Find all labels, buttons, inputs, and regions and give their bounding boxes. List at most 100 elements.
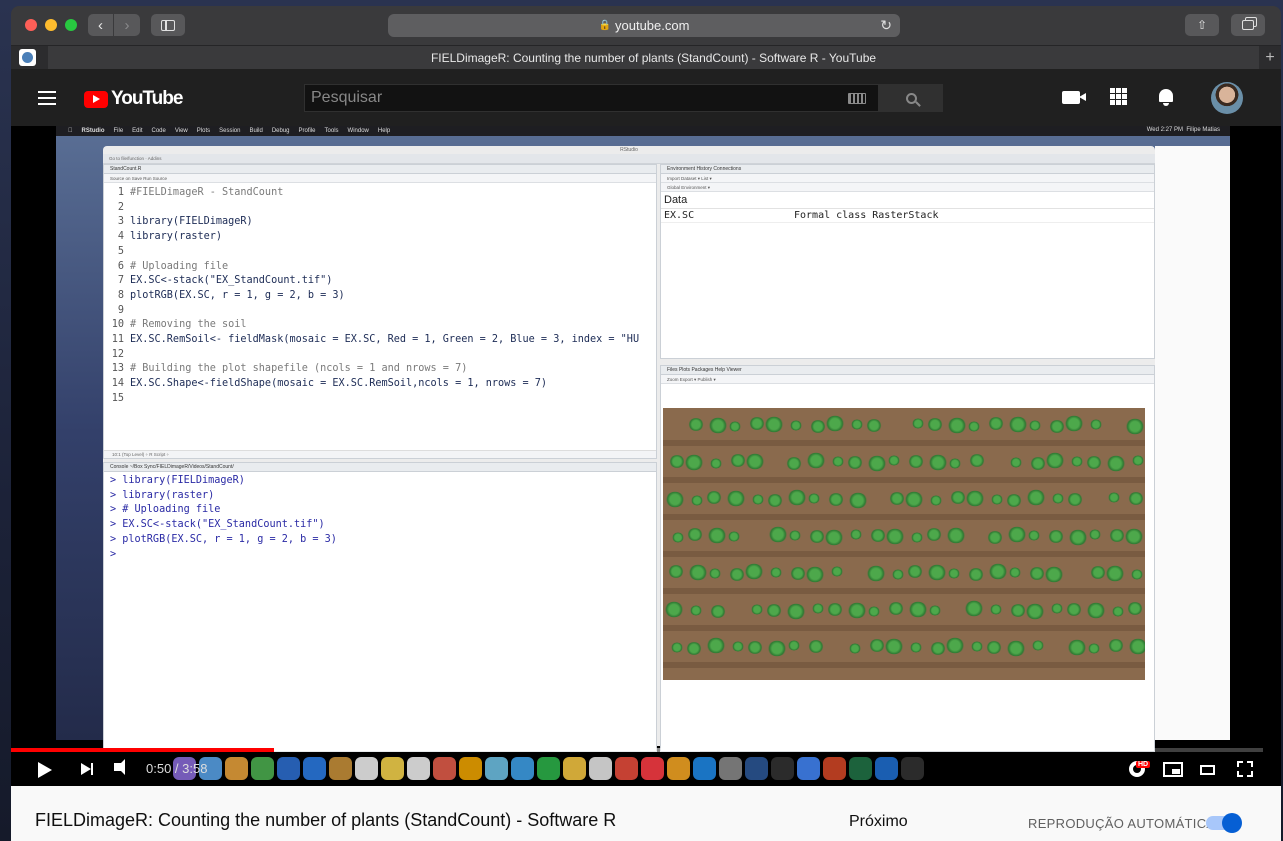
address-bar[interactable]: 🔒 youtube.com ↻: [388, 14, 900, 37]
youtube-header: YouTube Pesquisar: [11, 69, 1281, 126]
video-player[interactable]:  RStudio File Edit Code View Plots Sess…: [11, 126, 1281, 786]
plant: [947, 568, 961, 579]
dock-app-icon: [485, 756, 508, 780]
recorded-desktop:  RStudio File Edit Code View Plots Sess…: [56, 126, 1230, 752]
dock-app-icon: [849, 756, 872, 780]
rstudio-window: RStudio Go to file/function · Addins Sta…: [103, 146, 1155, 752]
plant: [925, 528, 943, 541]
youtube-logo[interactable]: YouTube: [84, 88, 183, 110]
volume-icon[interactable]: [114, 759, 125, 775]
share-button[interactable]: ⇧: [1185, 14, 1219, 36]
field-rgb-image: [663, 408, 1145, 680]
menubar-item: Build: [244, 128, 262, 134]
miniplayer-icon[interactable]: [1163, 762, 1183, 777]
dock-app-icon: [563, 756, 586, 780]
next-video-icon[interactable]: [81, 763, 93, 775]
rstudio-title: RStudio: [620, 147, 638, 153]
console-line: > library(FIELDimageR): [110, 475, 245, 486]
play-icon[interactable]: [38, 762, 52, 778]
environment-data-heading: Data: [661, 192, 1154, 209]
notifications-bell-icon[interactable]: [1158, 88, 1174, 106]
active-tab[interactable]: FIELDimageR: Counting the number of plan…: [48, 46, 1259, 69]
plant: [827, 493, 845, 506]
plant: [1009, 457, 1023, 468]
plant: [1127, 492, 1145, 505]
soil-furrow: [663, 514, 1145, 520]
plant: [850, 419, 864, 430]
theater-mode-icon[interactable]: [1200, 765, 1215, 775]
plant: [1008, 567, 1022, 578]
plant: [1131, 455, 1145, 466]
environment-tabs: Environment History Connections: [661, 165, 1154, 174]
plant: [1111, 606, 1125, 617]
plant: [688, 564, 708, 581]
plant: [766, 494, 784, 507]
autoplay-toggle[interactable]: [1206, 813, 1242, 833]
plant: [671, 532, 685, 543]
code-line: 6 # Uploading file: [104, 260, 656, 275]
plant: [1051, 493, 1065, 504]
plant: [709, 458, 723, 469]
menubar-item: Tools: [320, 128, 339, 134]
line-number: 2: [117, 201, 124, 213]
tab-overview-button[interactable]: [1231, 14, 1265, 36]
plant: [848, 492, 868, 509]
create-video-icon[interactable]: [1062, 91, 1086, 104]
keyboard-icon[interactable]: [848, 93, 866, 104]
code-line: 9: [104, 304, 656, 319]
plant: [947, 417, 967, 434]
plant: [888, 492, 906, 505]
plant: [686, 528, 704, 541]
plant: [987, 417, 1005, 430]
line-number: 6: [117, 260, 124, 272]
plant: [1068, 529, 1088, 546]
plant: [1064, 415, 1084, 432]
console-line: > plotRGB(EX.SC, r = 1, g = 2, b = 3): [110, 533, 337, 545]
fullscreen-icon[interactable]: [1237, 761, 1253, 777]
code-text: EX.SC.RemSoil<- fieldMask(mosaic = EX.SC…: [130, 334, 640, 346]
plant: [750, 604, 764, 615]
back-button[interactable]: ‹: [88, 14, 114, 36]
search-button[interactable]: [879, 84, 943, 112]
plant: [789, 420, 803, 431]
lock-icon: 🔒: [598, 20, 611, 31]
plant: [830, 566, 844, 577]
sidebar-toggle-button[interactable]: [151, 14, 185, 36]
plant: [727, 531, 741, 542]
forward-button[interactable]: ›: [114, 14, 140, 36]
plant: [1087, 643, 1101, 654]
environment-row: EX.SC Formal class RasterStack: [661, 209, 1154, 223]
plant: [706, 637, 726, 654]
plant: [849, 529, 863, 540]
plant: [1026, 489, 1046, 506]
search-input[interactable]: Pesquisar: [304, 84, 879, 112]
plant: [1009, 604, 1027, 617]
minimize-window-button[interactable]: [45, 19, 57, 31]
plant: [1089, 566, 1107, 579]
plant: [705, 491, 723, 504]
dock-app-icon: [225, 756, 248, 780]
menubar-app-name: RStudio: [77, 128, 105, 134]
line-number: 4: [117, 231, 124, 243]
code-line: 7 EX.SC<-stack("EX_StandCount.tif"): [104, 274, 656, 289]
line-number: 12: [111, 348, 124, 360]
mac-menubar:  RStudio File Edit Code View Plots Sess…: [56, 126, 1230, 136]
plant: [1070, 456, 1084, 467]
menu-icon[interactable]: [38, 91, 56, 105]
reload-icon[interactable]: ↻: [880, 17, 892, 34]
dock-app-icon: [589, 756, 612, 780]
close-window-button[interactable]: [25, 19, 37, 31]
time-display: 0:50 / 3:58: [146, 761, 208, 776]
plant: [1107, 639, 1125, 652]
zoom-window-button[interactable]: [65, 19, 77, 31]
new-tab-button[interactable]: +: [1259, 46, 1281, 69]
console-line: > library(raster): [110, 489, 215, 501]
plant: [891, 569, 905, 580]
pinned-tab-icon[interactable]: [19, 49, 36, 66]
dock-app-icon: [797, 756, 820, 780]
code-text: library(raster): [130, 231, 223, 243]
plant: [768, 526, 788, 543]
apps-icon[interactable]: [1110, 88, 1127, 105]
plant: [1088, 529, 1102, 540]
user-avatar[interactable]: [1211, 82, 1243, 114]
